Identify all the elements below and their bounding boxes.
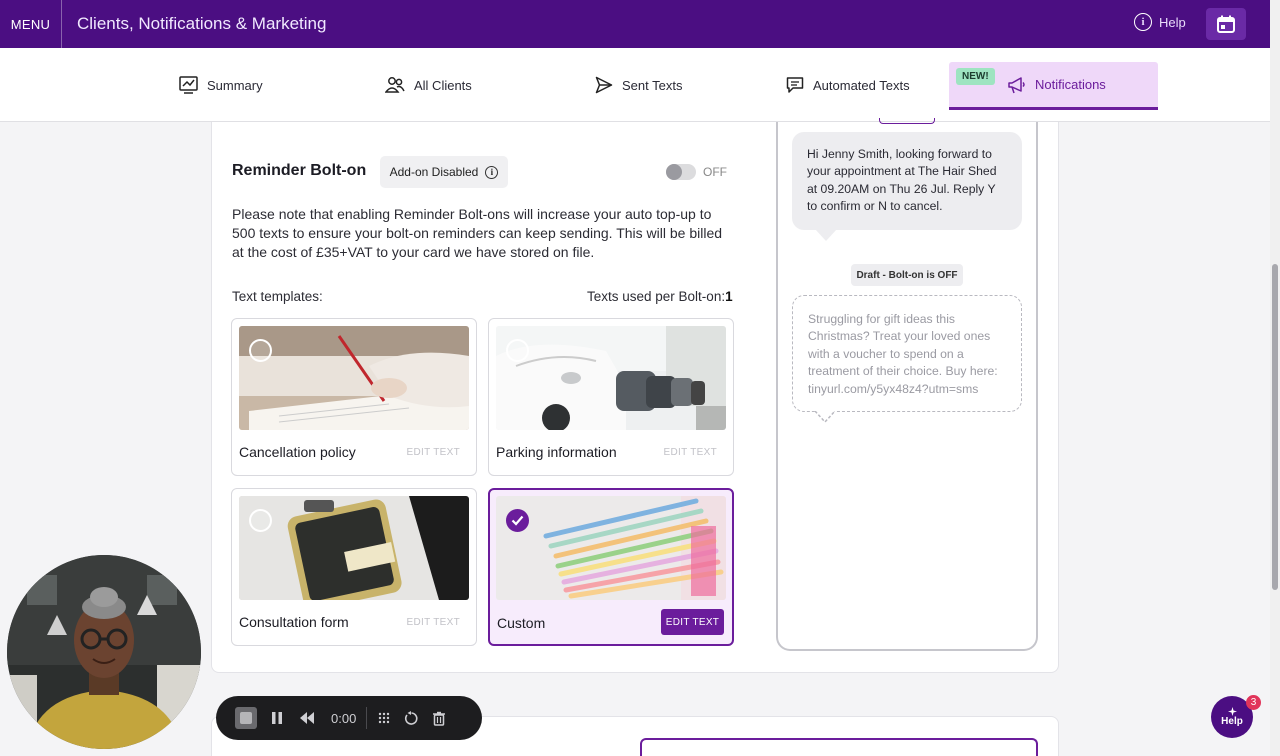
- tab-label: All Clients: [414, 77, 472, 93]
- draft-status-pill: Draft - Bolt-on is OFF: [851, 264, 963, 286]
- help-label: Help: [1159, 14, 1186, 30]
- menu-button[interactable]: MENU: [0, 0, 62, 48]
- toggle-label: OFF: [703, 165, 727, 179]
- template-image: [239, 496, 469, 600]
- scrollbar-thumb[interactable]: [1272, 264, 1278, 590]
- top-bar: MENU Clients, Notifications & Marketing …: [0, 0, 1270, 48]
- tab-summary[interactable]: Summary: [179, 62, 263, 108]
- bolt-on-toggle[interactable]: [666, 164, 696, 180]
- template-radio[interactable]: [506, 339, 529, 362]
- message-bubble: Hi Jenny Smith, looking forward to your …: [792, 132, 1022, 230]
- billing-notice: Please note that enabling Reminder Bolt-…: [232, 206, 723, 260]
- chat-icon: [786, 77, 804, 93]
- template-radio[interactable]: [249, 339, 272, 362]
- text-templates-label: Text templates:: [232, 289, 323, 304]
- pause-icon: [272, 712, 282, 724]
- template-image: [496, 326, 726, 430]
- page-title: Clients, Notifications & Marketing: [77, 14, 327, 33]
- sparkle-icon: [1227, 707, 1237, 716]
- grip-icon: [379, 712, 390, 724]
- webcam-overlay[interactable]: [7, 555, 201, 749]
- tab-label: Summary: [207, 77, 263, 93]
- help-fab-label: Help: [1221, 716, 1243, 727]
- restart-icon: [405, 710, 418, 725]
- edit-text-button[interactable]: EDIT TEXT: [664, 447, 717, 458]
- draft-message-bubble: Struggling for gift ideas this Christmas…: [792, 295, 1022, 412]
- tab-label: Notifications: [1035, 77, 1106, 92]
- notification-count-badge: 3: [1246, 695, 1261, 710]
- stop-button[interactable]: [235, 707, 257, 729]
- template-card-cancellation[interactable]: Cancellation policy EDIT TEXT: [231, 318, 477, 476]
- megaphone-icon: [1008, 76, 1025, 93]
- tab-all-clients[interactable]: All Clients: [385, 62, 472, 108]
- toolbar-divider: [366, 707, 368, 729]
- chart-icon: [179, 76, 198, 94]
- stop-icon: [240, 712, 252, 724]
- section-title: Reminder Bolt-on: [232, 162, 367, 179]
- trash-icon: [433, 711, 446, 726]
- tab-sent-texts[interactable]: Sent Texts: [595, 62, 682, 108]
- calendar-icon: [1217, 15, 1235, 33]
- rewind-icon: [300, 712, 314, 724]
- info-icon: i: [1134, 13, 1152, 31]
- check-icon: [511, 515, 524, 526]
- nav-tabs: Summary All Clients Sent Texts Automated…: [0, 48, 1270, 122]
- addon-status-pill: Add-on Disabled i: [380, 156, 508, 188]
- texts-used-value: 1: [725, 289, 733, 304]
- info-icon[interactable]: i: [485, 165, 499, 179]
- tab-automated-texts[interactable]: Automated Texts: [786, 62, 910, 108]
- draft-bubble-tail: [815, 411, 835, 423]
- template-card-consultation[interactable]: Consultation form EDIT TEXT: [231, 488, 477, 646]
- recording-toolbar: 0:00: [216, 696, 482, 740]
- template-card-parking[interactable]: Parking information EDIT TEXT: [488, 318, 734, 476]
- template-name: Cancellation policy: [239, 444, 356, 460]
- pause-button[interactable]: [270, 711, 284, 725]
- template-radio[interactable]: [249, 509, 272, 532]
- tab-label: Automated Texts: [813, 77, 910, 93]
- new-badge: NEW!: [956, 68, 995, 85]
- texts-used-label: Texts used per Bolt-on:: [587, 289, 726, 304]
- edit-text-button[interactable]: EDIT TEXT: [407, 447, 460, 458]
- tab-label: Sent Texts: [622, 77, 683, 93]
- edit-text-button[interactable]: EDIT TEXT: [661, 609, 724, 635]
- rewind-button[interactable]: [299, 711, 315, 725]
- help-link[interactable]: i Help: [1134, 13, 1186, 31]
- template-name: Consultation form: [239, 614, 349, 630]
- delete-button[interactable]: [432, 711, 446, 726]
- template-card-custom[interactable]: Custom EDIT TEXT: [488, 488, 734, 646]
- toggle-knob: [666, 164, 682, 180]
- addon-status-label: Add-on Disabled: [389, 165, 479, 179]
- recording-time: 0:00: [331, 710, 357, 726]
- template-image: [239, 326, 469, 430]
- grip-button[interactable]: [377, 711, 391, 725]
- template-radio[interactable]: [506, 509, 529, 532]
- template-name: Parking information: [496, 444, 617, 460]
- next-section-phone-frame: [640, 738, 1038, 756]
- texts-used-counter: Texts used per Bolt-on:1: [587, 289, 733, 304]
- message-bubble-tail: [815, 229, 837, 241]
- send-icon: [595, 76, 613, 94]
- users-icon: [385, 77, 405, 93]
- template-image: [496, 496, 726, 600]
- phone-notch: [879, 118, 935, 124]
- calendar-button[interactable]: [1206, 8, 1246, 40]
- edit-text-button[interactable]: EDIT TEXT: [407, 617, 460, 628]
- template-name: Custom: [497, 615, 546, 631]
- restart-button[interactable]: [404, 710, 419, 726]
